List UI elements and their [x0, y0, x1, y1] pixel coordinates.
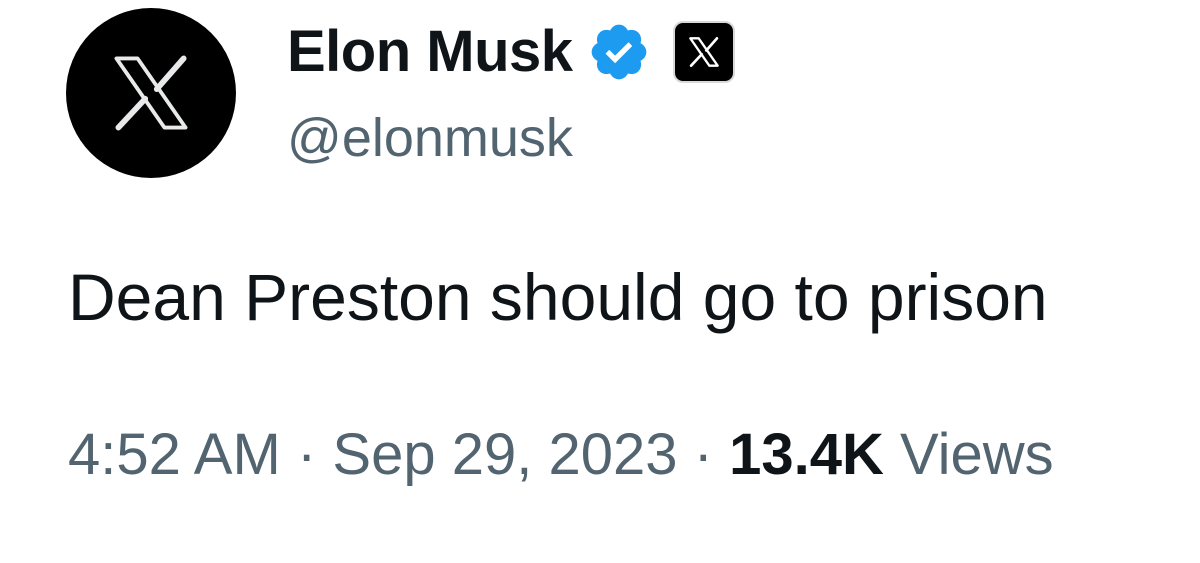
views-label: Views [899, 422, 1054, 487]
views-count: 13.4K [729, 422, 884, 487]
verified-badge-icon[interactable] [587, 20, 651, 84]
affiliate-x-badge[interactable] [672, 21, 735, 83]
tweet-date[interactable]: Sep 29, 2023 [332, 422, 677, 487]
tweet-meta: 4:52 AM · Sep 29, 2023 · 13.4K Views [68, 420, 1054, 490]
x-logo-icon [688, 36, 719, 68]
tweet-time[interactable]: 4:52 AM [68, 422, 281, 487]
tweet-card: Elon Musk @elonmusk Dean Preston should … [0, 0, 1200, 563]
avatar[interactable] [66, 8, 236, 178]
author-handle[interactable]: @elonmusk [287, 106, 573, 171]
author-name-row: Elon Musk [287, 14, 735, 90]
author-display-name[interactable]: Elon Musk [287, 23, 573, 81]
meta-separator: · [296, 422, 317, 487]
meta-separator: · [693, 422, 713, 487]
x-logo-icon [114, 55, 188, 131]
tweet-text: Dean Preston should go to prison [68, 260, 1048, 334]
